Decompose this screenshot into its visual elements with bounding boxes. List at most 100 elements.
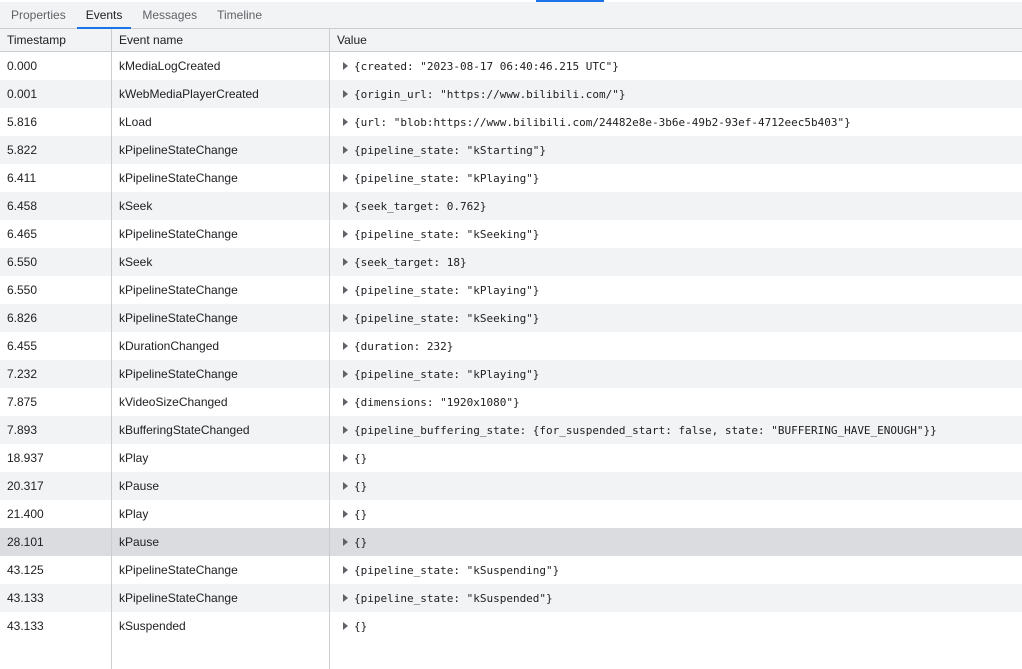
- value-text: {seek_target: 0.762}: [354, 199, 487, 213]
- table-row[interactable]: 6.455 kDurationChanged {duration: 232}: [0, 332, 1022, 360]
- expand-arrow-icon[interactable]: [343, 90, 348, 98]
- value-text: {}: [354, 507, 368, 521]
- value-text: {duration: 232}: [354, 339, 454, 353]
- value-text: {origin_url: "https://www.bilibili.com/"…: [354, 87, 626, 101]
- value-text: {pipeline_state: "kSuspended"}: [354, 591, 553, 605]
- event-name-cell: kDurationChanged: [112, 332, 330, 360]
- expand-arrow-icon[interactable]: [343, 118, 348, 126]
- table-row[interactable]: 5.822 kPipelineStateChange {pipeline_state…: [0, 136, 1022, 164]
- value-cell: {pipeline_state: "kSeeking"}: [330, 220, 1022, 248]
- value-text: {pipeline_state: "kSuspending"}: [354, 563, 560, 577]
- event-name-cell: kSuspended: [112, 612, 330, 640]
- table-row[interactable]: 43.133 kPipelineStateChange {pipeline_stat…: [0, 584, 1022, 612]
- value-cell: {pipeline_state: "kPlaying"}: [330, 276, 1022, 304]
- table-row[interactable]: 0.000 kMediaLogCreated {created: "2023-08-…: [0, 52, 1022, 80]
- column-header-timestamp[interactable]: Timestamp: [0, 29, 112, 51]
- event-name-cell: kPlay: [112, 500, 330, 528]
- expand-arrow-icon[interactable]: [343, 454, 348, 462]
- timestamp-cell: 0.000: [0, 52, 112, 80]
- table-row[interactable]: 43.133 kSuspended {}: [0, 612, 1022, 640]
- value-cell: {duration: 232}: [330, 332, 1022, 360]
- tab-events[interactable]: Events: [76, 2, 132, 29]
- expand-arrow-icon[interactable]: [343, 370, 348, 378]
- event-name-cell: kMediaLogCreated: [112, 52, 330, 80]
- timestamp-cell: 6.826: [0, 304, 112, 332]
- table-row[interactable]: 6.550 kPipelineStateChange {pipeline_state…: [0, 276, 1022, 304]
- expand-arrow-icon[interactable]: [343, 538, 348, 546]
- timestamp-cell: 5.822: [0, 136, 112, 164]
- table-row[interactable]: 6.458 kSeek {seek_target: 0.762}: [0, 192, 1022, 220]
- value-cell: {pipeline_state: "kSuspending"}: [330, 556, 1022, 584]
- table-row[interactable]: 0.001 kWebMediaPlayerCreated {origin_url: …: [0, 80, 1022, 108]
- table-row[interactable]: 7.232 kPipelineStateChange {pipeline_state…: [0, 360, 1022, 388]
- table-row[interactable]: 28.101 kPause {}: [0, 528, 1022, 556]
- timestamp-cell: 43.125: [0, 556, 112, 584]
- tab-bar: Properties Events Messages Timeline: [0, 2, 1022, 29]
- timestamp-cell: 6.465: [0, 220, 112, 248]
- timestamp-cell: 7.232: [0, 360, 112, 388]
- value-cell: {created: "2023-08-17 06:40:46.215 UTC"}: [330, 52, 1022, 80]
- expand-arrow-icon[interactable]: [343, 286, 348, 294]
- table-row[interactable]: 6.465 kPipelineStateChange {pipeline_state…: [0, 220, 1022, 248]
- value-cell: {pipeline_state: "kSeeking"}: [330, 304, 1022, 332]
- value-cell: {pipeline_state: "kPlaying"}: [330, 360, 1022, 388]
- expand-arrow-icon[interactable]: [343, 510, 348, 518]
- timestamp-cell: 0.001: [0, 80, 112, 108]
- tab-properties[interactable]: Properties: [2, 2, 75, 28]
- table-row[interactable]: 5.816 kLoad {url: "blob:https://www.bilibi…: [0, 108, 1022, 136]
- expand-arrow-icon[interactable]: [343, 398, 348, 406]
- value-cell: {}: [330, 500, 1022, 528]
- tab-timeline[interactable]: Timeline: [208, 2, 271, 28]
- value-text: {url: "blob:https://www.bilibili.com/244…: [354, 115, 851, 129]
- column-header-value[interactable]: Value: [330, 29, 1022, 51]
- table-row[interactable]: 21.400 kPlay {}: [0, 500, 1022, 528]
- table-empty-area: [0, 640, 1022, 669]
- value-cell: {seek_target: 0.762}: [330, 192, 1022, 220]
- table-row[interactable]: 7.875 kVideoSizeChanged {dimensions: "1920…: [0, 388, 1022, 416]
- timestamp-cell: 20.317: [0, 472, 112, 500]
- value-cell: {url: "blob:https://www.bilibili.com/244…: [330, 108, 1022, 136]
- table-row[interactable]: 6.826 kPipelineStateChange {pipeline_state…: [0, 304, 1022, 332]
- expand-arrow-icon[interactable]: [343, 202, 348, 210]
- table-row[interactable]: 7.893 kBufferingStateChanged {pipeline_buf…: [0, 416, 1022, 444]
- event-name-cell: kPipelineStateChange: [112, 276, 330, 304]
- table-header: Timestamp Event name Value: [0, 29, 1022, 52]
- expand-arrow-icon[interactable]: [343, 62, 348, 70]
- table-row[interactable]: 20.317 kPause {}: [0, 472, 1022, 500]
- table-row[interactable]: 6.411 kPipelineStateChange {pipeline_state…: [0, 164, 1022, 192]
- column-header-event-name[interactable]: Event name: [112, 29, 330, 51]
- media-panel: Properties Events Messages Timeline Time…: [0, 0, 1022, 669]
- expand-arrow-icon[interactable]: [343, 342, 348, 350]
- expand-arrow-icon[interactable]: [343, 566, 348, 574]
- value-text: {pipeline_buffering_state: {for_suspende…: [354, 423, 937, 437]
- value-text: {pipeline_state: "kStarting"}: [354, 143, 547, 157]
- expand-arrow-icon[interactable]: [343, 594, 348, 602]
- value-text: {pipeline_state: "kPlaying"}: [354, 283, 540, 297]
- expand-arrow-icon[interactable]: [343, 314, 348, 322]
- expand-arrow-icon[interactable]: [343, 622, 348, 630]
- table-row[interactable]: 6.550 kSeek {seek_target: 18}: [0, 248, 1022, 276]
- table-row[interactable]: 18.937 kPlay {}: [0, 444, 1022, 472]
- event-name-cell: kPause: [112, 472, 330, 500]
- expand-arrow-icon[interactable]: [343, 426, 348, 434]
- value-text: {pipeline_state: "kPlaying"}: [354, 171, 540, 185]
- expand-arrow-icon[interactable]: [343, 146, 348, 154]
- timestamp-cell: 5.816: [0, 108, 112, 136]
- expand-arrow-icon[interactable]: [343, 230, 348, 238]
- value-cell: {}: [330, 528, 1022, 556]
- expand-arrow-icon[interactable]: [343, 258, 348, 266]
- value-cell: {seek_target: 18}: [330, 248, 1022, 276]
- timestamp-cell: 6.550: [0, 276, 112, 304]
- event-name-cell: kSeek: [112, 248, 330, 276]
- event-name-cell: kVideoSizeChanged: [112, 388, 330, 416]
- table-row[interactable]: 43.125 kPipelineStateChange {pipeline_stat…: [0, 556, 1022, 584]
- value-text: {created: "2023-08-17 06:40:46.215 UTC"}: [354, 59, 619, 73]
- event-name-cell: kPlay: [112, 444, 330, 472]
- expand-arrow-icon[interactable]: [343, 482, 348, 490]
- expand-arrow-icon[interactable]: [343, 174, 348, 182]
- value-cell: {origin_url: "https://www.bilibili.com/"…: [330, 80, 1022, 108]
- events-table: Timestamp Event name Value 0.000 kMediaLo…: [0, 29, 1022, 669]
- value-text: {}: [354, 479, 368, 493]
- tab-messages[interactable]: Messages: [133, 2, 206, 28]
- value-cell: {}: [330, 444, 1022, 472]
